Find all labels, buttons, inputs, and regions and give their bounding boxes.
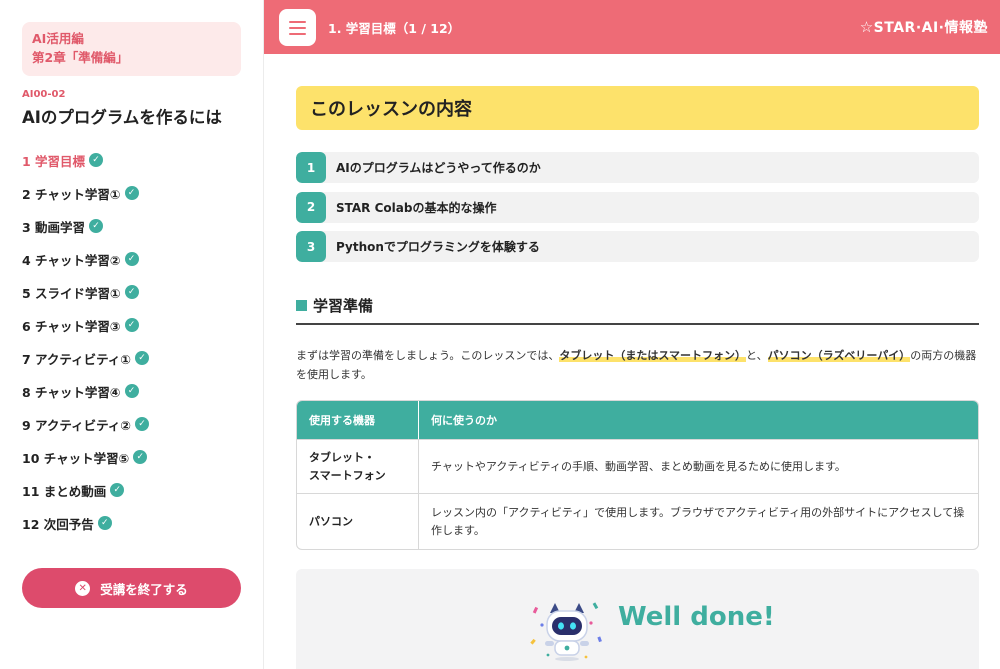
check-circle-icon: ✓ bbox=[124, 317, 139, 332]
objective-text: Pythonでプログラミングを体験する bbox=[336, 240, 540, 254]
objective-item: 3 Pythonでプログラミングを体験する bbox=[296, 231, 979, 262]
lesson-code: AI00-02 bbox=[22, 89, 66, 100]
objective-item: 2 STAR Colabの基本的な操作 bbox=[296, 191, 979, 223]
intro-highlight-tablet: タブレット（またはスマートフォン） bbox=[559, 349, 747, 362]
column-header: 何に使うのか bbox=[419, 401, 978, 439]
step-label: 3 動画学習 bbox=[22, 220, 86, 235]
well-done-text: Well done! bbox=[618, 602, 775, 632]
step-list: 1 学習目標 ✓ 2 チャット学習① ✓ 3 動画学習 ✓ 4 チャット学習② ✓ 5 … bbox=[22, 144, 150, 540]
main-content: このレッスンの内容 1 AIのプログラムはどうやって作るのか 2 STAR Co… bbox=[264, 54, 1000, 669]
check-circle-icon: ✓ bbox=[124, 383, 139, 398]
column-header: 使用する機器 bbox=[297, 401, 419, 439]
step-item-10[interactable]: 10 チャット学習⑤ ✓ bbox=[22, 441, 149, 474]
step-item-8[interactable]: 8 チャット学習④ ✓ bbox=[22, 375, 149, 408]
check-circle-icon: ✓ bbox=[89, 218, 104, 233]
step-label: 4 チャット学習② bbox=[22, 253, 121, 268]
check-circle-icon: ✓ bbox=[124, 284, 139, 299]
sidebar: AI活用編 第2章「準備編」 AI00-02 AIのプログラムを作るには 1 学… bbox=[0, 0, 264, 669]
lesson-contents-header: このレッスンの内容 bbox=[296, 86, 979, 130]
well-done-panel: Well done! bbox=[296, 569, 979, 669]
step-item-3[interactable]: 3 動画学習 ✓ bbox=[22, 210, 149, 243]
step-item-9[interactable]: 9 アクティビティ② ✓ bbox=[22, 408, 150, 441]
brand-logo: ☆STAR·AI·情報塾 bbox=[860, 17, 988, 37]
intro-highlight-pc: パソコン（ラズベリーパイ） bbox=[767, 349, 911, 362]
course-info-box: AI活用編 第2章「準備編」 bbox=[22, 22, 241, 76]
table-header-row: 使用する機器 何に使うのか bbox=[297, 401, 978, 439]
step-item-11[interactable]: 11 まとめ動画 ✓ bbox=[22, 474, 149, 507]
check-circle-icon: ✓ bbox=[124, 185, 139, 200]
step-label: 1 学習目標 bbox=[22, 154, 86, 169]
objective-number: 2 bbox=[296, 191, 326, 223]
objective-text: STAR Colabの基本的な操作 bbox=[336, 200, 497, 215]
section-title-text: 学習準備 bbox=[313, 297, 374, 315]
end-course-label: 受講を終了する bbox=[100, 581, 188, 597]
step-label: 10 チャット学習⑤ bbox=[22, 451, 130, 466]
equipment-table: 使用する機器 何に使うのか タブレット・ スマートフォン チャットやアクティビテ… bbox=[296, 400, 979, 550]
step-item-6[interactable]: 6 チャット学習③ ✓ bbox=[22, 309, 149, 342]
objective-number: 3 bbox=[296, 231, 326, 262]
check-circle-icon: ✓ bbox=[135, 350, 150, 365]
check-circle-icon: ✓ bbox=[124, 251, 139, 266]
step-item-12[interactable]: 12 次回予告 ✓ bbox=[22, 507, 149, 540]
step-label: 8 チャット学習④ bbox=[22, 385, 121, 400]
use-cell: レッスン内の「アクティビティ」で使用します。ブラウザでアクティビティ用の外部サイ… bbox=[419, 493, 978, 549]
check-circle-icon: ✓ bbox=[110, 482, 125, 497]
step-label: 5 スライド学習① bbox=[22, 286, 121, 301]
step-item-2[interactable]: 2 チャット学習① ✓ bbox=[22, 177, 149, 210]
step-item-4[interactable]: 4 チャット学習② ✓ bbox=[22, 243, 149, 276]
chapter-name: 第2章「準備編」 bbox=[32, 50, 129, 65]
device-cell: タブレット・ スマートフォン bbox=[297, 439, 419, 493]
check-circle-icon: ✓ bbox=[133, 449, 148, 464]
check-circle-icon: ✓ bbox=[97, 515, 112, 530]
section-title: 学習準備 bbox=[296, 295, 979, 325]
intro-part: まずは学習の準備をしましょう。このレッスンでは、 bbox=[296, 349, 560, 362]
objective-text: AIのプログラムはどうやって作るのか bbox=[336, 161, 541, 175]
table-row: タブレット・ スマートフォン チャットやアクティビティの手順、動画学習、まとめ動… bbox=[297, 439, 978, 493]
step-item-7[interactable]: 7 アクティビティ① ✓ bbox=[22, 342, 150, 375]
step-label: 12 次回予告 bbox=[22, 517, 94, 532]
top-header: 1. 学習目標（1 / 12） ☆STAR·AI·情報塾 bbox=[264, 0, 1000, 54]
table-row: パソコン レッスン内の「アクティビティ」で使用します。ブラウザでアクティビティ用… bbox=[297, 493, 978, 549]
check-circle-icon: ✓ bbox=[135, 416, 150, 431]
check-circle-icon: ✓ bbox=[89, 152, 104, 167]
step-label: 11 まとめ動画 bbox=[22, 484, 107, 499]
objective-list: 1 AIのプログラムはどうやって作るのか 2 STAR Colabの基本的な操作… bbox=[296, 152, 979, 271]
step-label: 2 チャット学習① bbox=[22, 187, 121, 202]
hamburger-menu-icon[interactable] bbox=[279, 9, 316, 46]
close-circle-icon: ✕ bbox=[75, 580, 91, 596]
device-name: タブレット・ スマートフォン bbox=[309, 450, 386, 482]
robot-mascot-icon bbox=[530, 602, 602, 661]
intro-text: まずは学習の準備をしましょう。このレッスンでは、タブレット（またはスマートフォン… bbox=[296, 346, 986, 384]
step-item-1[interactable]: 1 学習目標 ✓ bbox=[22, 144, 149, 177]
use-cell: チャットやアクティビティの手順、動画学習、まとめ動画を見るために使用します。 bbox=[419, 439, 978, 493]
objective-number: 1 bbox=[296, 152, 326, 183]
star-icon: ☆ bbox=[859, 18, 874, 36]
header-title: 1. 学習目標（1 / 12） bbox=[328, 21, 461, 36]
course-name: AI活用編 bbox=[32, 31, 84, 46]
step-label: 9 アクティビティ② bbox=[22, 418, 132, 433]
square-bullet-icon bbox=[296, 300, 307, 311]
step-label: 6 チャット学習③ bbox=[22, 319, 121, 334]
device-cell: パソコン bbox=[297, 493, 419, 549]
lesson-title: AIのプログラムを作るには bbox=[22, 108, 222, 127]
objective-item: 1 AIのプログラムはどうやって作るのか bbox=[296, 152, 979, 183]
step-label: 7 アクティビティ① bbox=[22, 352, 132, 367]
step-item-5[interactable]: 5 スライド学習① ✓ bbox=[22, 276, 149, 309]
brand-name: STAR·AI·情報塾 bbox=[873, 20, 988, 36]
intro-part: と、 bbox=[746, 349, 768, 362]
end-course-button[interactable]: ✕ 受講を終了する bbox=[22, 568, 241, 608]
